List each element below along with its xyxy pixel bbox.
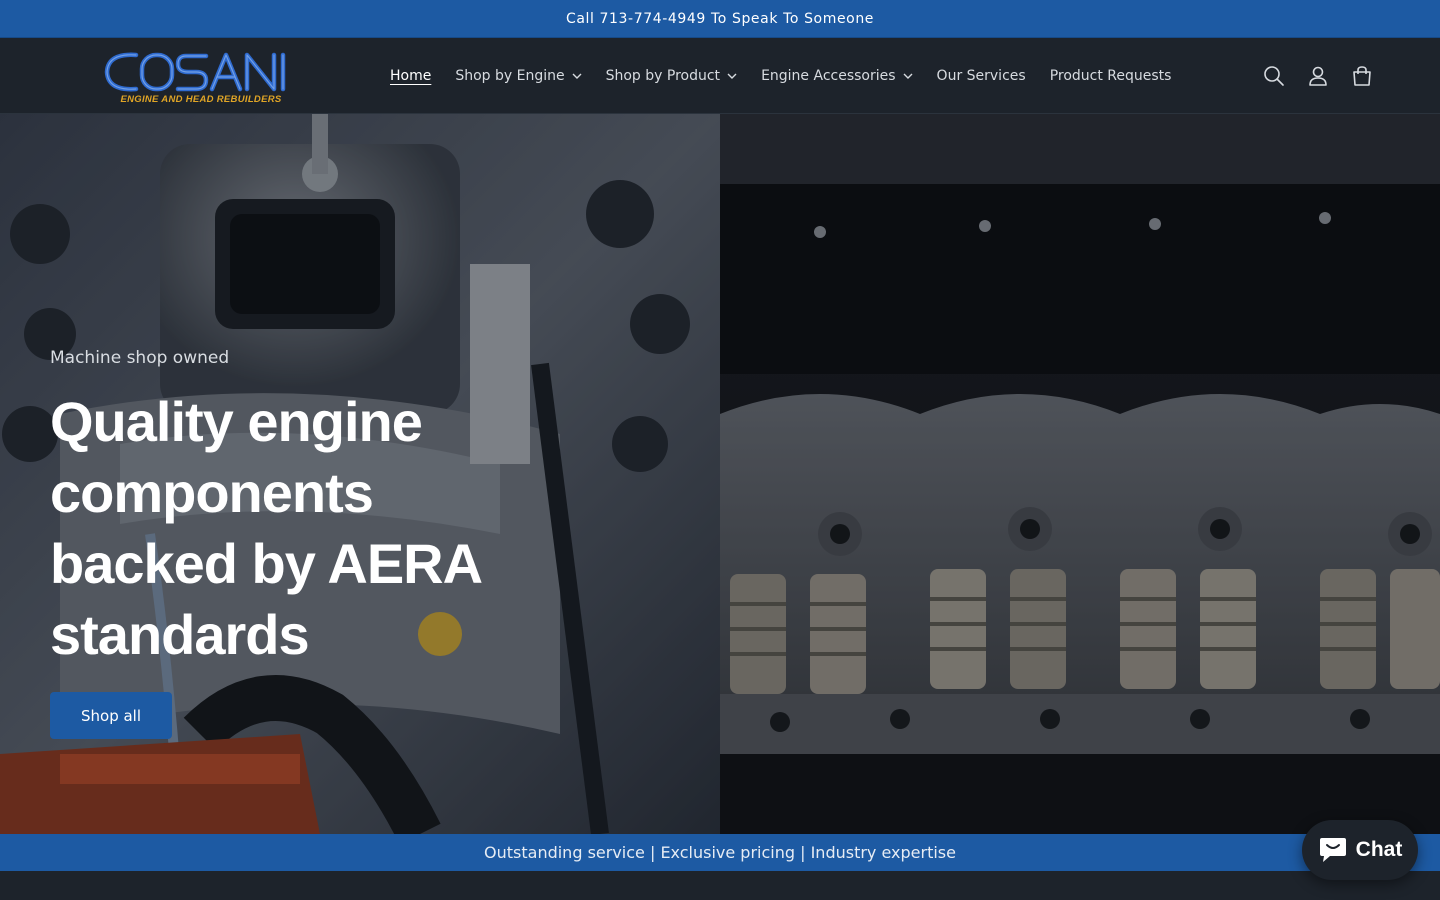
chat-label: Chat — [1355, 838, 1403, 861]
nav-home-label: Home — [390, 68, 432, 84]
value-proposition-bar: Outstanding service | Exclusive pricing … — [0, 834, 1440, 871]
nav-shop-by-product-label: Shop by Product — [605, 68, 721, 84]
page-bottom-strip — [0, 871, 1440, 900]
chevron-down-icon — [727, 73, 737, 79]
logo[interactable]: ENGINE AND HEAD REBUILDERS — [102, 47, 300, 105]
nav-shop-by-engine-label: Shop by Engine — [455, 68, 565, 84]
logo-image: ENGINE AND HEAD REBUILDERS — [104, 52, 286, 105]
account-icon — [1309, 66, 1327, 86]
main-nav: Home Shop by Engine Shop by Product Engi… — [378, 38, 1183, 114]
hero-content: Machine shop owned Quality engine compon… — [50, 348, 750, 739]
nav-product-requests[interactable]: Product Requests — [1038, 58, 1184, 94]
header-icons — [1252, 58, 1384, 94]
search-icon — [1264, 66, 1284, 86]
svg-text:ENGINE AND HEAD REBUILDERS: ENGINE AND HEAD REBUILDERS — [120, 94, 281, 105]
nav-engine-accessories[interactable]: Engine Accessories — [749, 58, 924, 94]
hero-subheading: Machine shop owned — [50, 348, 230, 368]
nav-shop-by-product[interactable]: Shop by Product — [594, 58, 749, 94]
nav-our-services-label: Our Services — [936, 68, 1026, 84]
chat-button[interactable]: Chat — [1302, 820, 1418, 880]
search-button[interactable] — [1252, 58, 1296, 94]
cart-button[interactable] — [1340, 58, 1384, 94]
announcement-bar: Call 713-774-4949 To Speak To Someone — [0, 0, 1440, 38]
account-button[interactable] — [1296, 58, 1340, 94]
cart-icon — [1353, 66, 1371, 86]
site-header: ENGINE AND HEAD REBUILDERS Home Shop by … — [0, 38, 1440, 114]
shop-all-button[interactable]: Shop all — [50, 692, 172, 739]
nav-home[interactable]: Home — [378, 58, 443, 94]
nav-engine-accessories-label: Engine Accessories — [761, 68, 896, 84]
nav-shop-by-engine[interactable]: Shop by Engine — [443, 58, 593, 94]
hero-title-line-2: backed by AERA standards — [50, 532, 481, 666]
value-proposition-text: Outstanding service | Exclusive pricing … — [484, 843, 956, 862]
announcement-text: Call 713-774-4949 To Speak To Someone — [565, 10, 875, 27]
nav-our-services[interactable]: Our Services — [925, 58, 1038, 94]
nav-product-requests-label: Product Requests — [1049, 68, 1172, 84]
chevron-down-icon — [903, 73, 913, 79]
chevron-down-icon — [572, 73, 582, 79]
chat-bubble-icon — [1319, 838, 1346, 862]
hero-title-line-1: Quality engine components — [50, 390, 423, 524]
hero-banner: Machine shop owned Quality engine compon… — [0, 114, 1440, 834]
hero-image-cylinder-head — [720, 114, 1440, 834]
hero-title: Quality engine components backed by AERA… — [50, 386, 750, 670]
